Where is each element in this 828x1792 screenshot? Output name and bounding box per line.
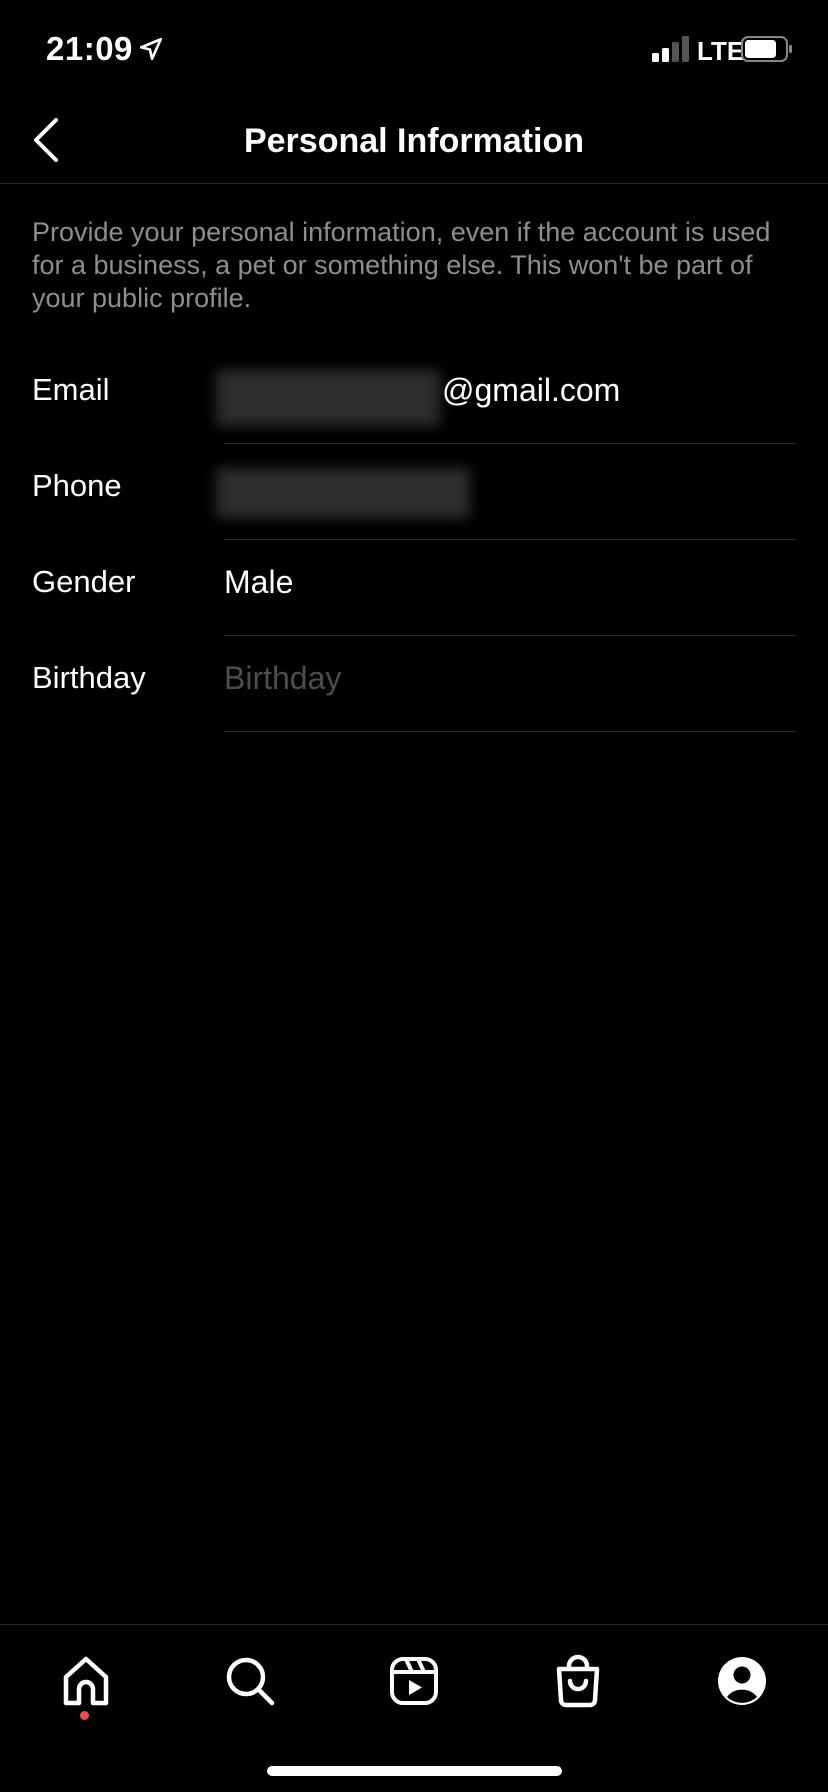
signal-icon: [652, 36, 689, 62]
redacted-email-mask: [216, 370, 440, 426]
status-bar: 21:09 LTE: [0, 0, 828, 100]
email-field[interactable]: @gmail.com: [216, 348, 796, 444]
birthday-field[interactable]: Birthday: [224, 636, 796, 732]
tab-search[interactable]: [220, 1651, 280, 1711]
gender-row: Gender Male: [0, 540, 828, 636]
reels-icon: [390, 1657, 438, 1705]
home-indicator: [267, 1766, 562, 1776]
notification-dot: [80, 1711, 89, 1720]
phone-label: Phone: [32, 468, 122, 503]
tab-home[interactable]: [56, 1651, 116, 1711]
screen: 21:09 LTE Personal Information Provide y…: [0, 0, 828, 1792]
status-time: 21:09: [46, 30, 133, 67]
gender-value: Male: [224, 564, 294, 600]
birthday-placeholder: Birthday: [224, 660, 342, 696]
location-arrow-icon: [139, 37, 163, 61]
email-label: Email: [32, 372, 110, 407]
tab-profile[interactable]: [712, 1651, 772, 1711]
description-text: Provide your personal information, even …: [32, 217, 771, 313]
phone-row: Phone: [0, 444, 828, 540]
email-domain: @gmail.com: [442, 372, 621, 408]
redacted-phone-mask: [216, 468, 470, 518]
network-label: LTE: [697, 36, 745, 66]
shop-icon: [556, 1654, 600, 1708]
email-row: Email @gmail.com: [0, 348, 828, 444]
search-icon: [226, 1657, 275, 1706]
birthday-row: Birthday Birthday: [0, 636, 828, 732]
phone-field[interactable]: [216, 444, 796, 540]
profile-icon: [718, 1657, 766, 1705]
nav-header: Personal Information: [0, 100, 828, 184]
home-icon: [63, 1656, 109, 1706]
gender-label: Gender: [32, 564, 136, 599]
birthday-label: Birthday: [32, 660, 146, 695]
tab-reels[interactable]: [384, 1651, 444, 1711]
tab-shop[interactable]: [548, 1651, 608, 1711]
page-title: Personal Information: [243, 122, 585, 160]
gender-field[interactable]: Male: [224, 540, 796, 636]
battery-icon: [741, 36, 792, 62]
